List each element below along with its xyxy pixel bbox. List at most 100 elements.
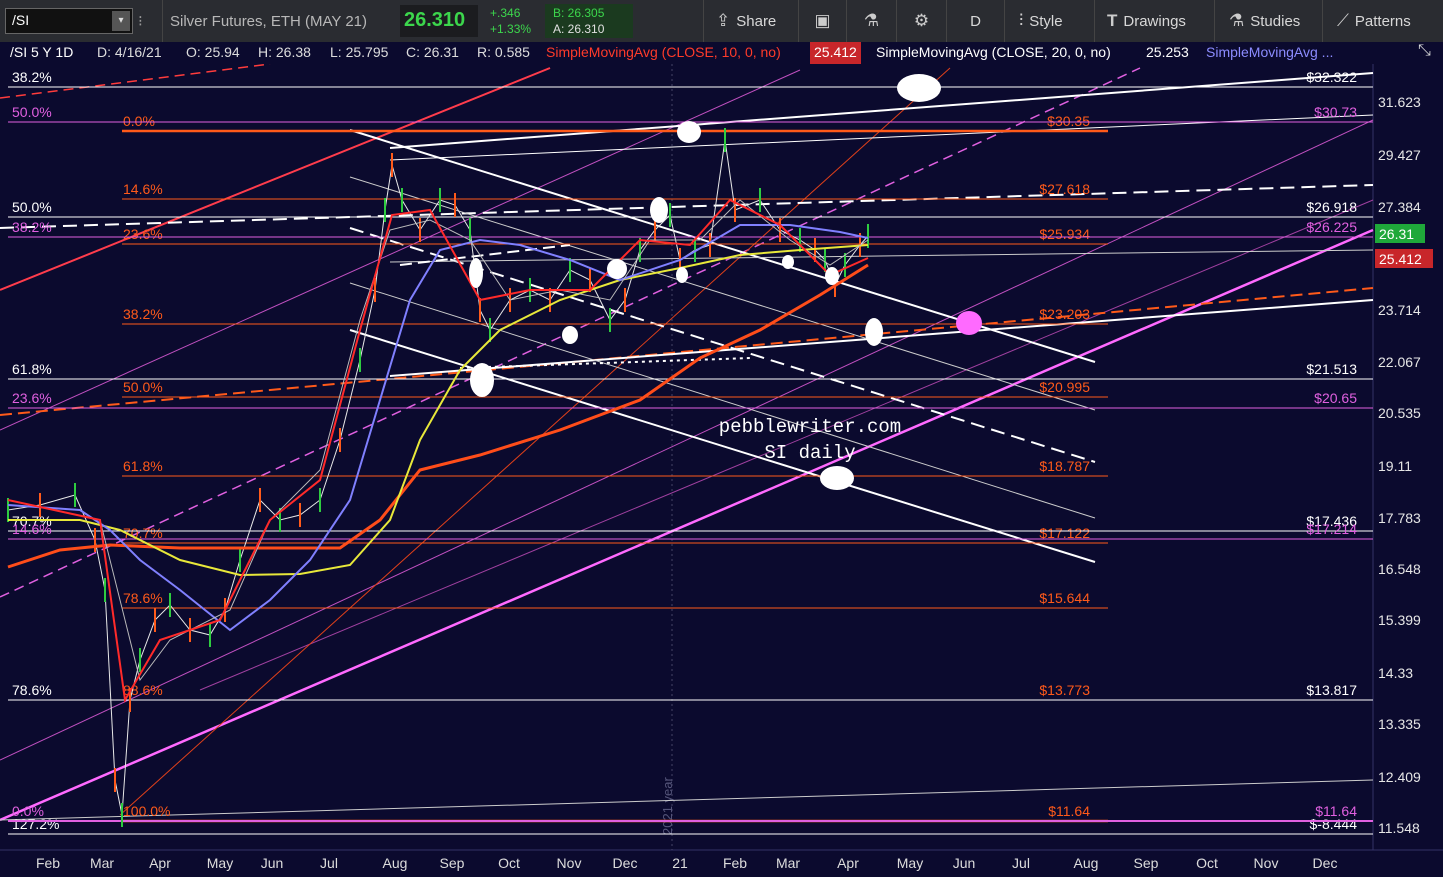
fib-orange-pct: 14.6% — [123, 181, 163, 197]
last-price-tag-text: 26.31 — [1379, 226, 1414, 242]
studies-button[interactable]: ⚗ Studies — [1215, 0, 1323, 42]
share-button[interactable]: ⇪ Share — [703, 0, 799, 42]
fib-orange-pct: 78.6% — [123, 590, 163, 606]
sma10-value: 25.412 — [810, 42, 861, 64]
marker-ellipse[interactable] — [607, 259, 627, 279]
fib-orange-value: $30.35 — [1047, 113, 1090, 129]
price-axis-label: 20.535 — [1378, 405, 1421, 421]
flask-icon: ⚗ — [863, 11, 880, 30]
sma-price-tag-text: 25.412 — [1379, 251, 1422, 267]
marker-ellipse[interactable] — [650, 197, 668, 223]
sma-price-tag: 25.412 — [1375, 249, 1433, 268]
annotation-site: pebblewriter.com — [719, 416, 901, 438]
fib-orange-pct: 100.0% — [123, 803, 170, 819]
fib-orange-value: $23.203 — [1039, 306, 1090, 322]
snapshot-button[interactable]: ▣ — [799, 0, 847, 42]
percent-change: +1.33% — [490, 22, 532, 36]
fib-orange-pct: 0.0% — [123, 113, 155, 129]
price-axis-label: 27.384 — [1378, 199, 1421, 215]
fib-orange-value: $15.644 — [1039, 590, 1090, 606]
symbol-input[interactable]: /SI ▾ — [5, 8, 133, 34]
marker-ellipse[interactable] — [897, 74, 941, 102]
time-axis[interactable]: Feb Mar Apr May Jun Jul Aug Sep Oct Nov Dec 21 Feb Ma… — [36, 855, 1338, 871]
fib-orange-pct: 38.2% — [123, 306, 163, 322]
time-axis-label: Aug — [383, 855, 408, 871]
marker-ellipse[interactable] — [677, 121, 701, 143]
bar-high: H: 26.38 — [258, 44, 311, 60]
marker-ellipse[interactable] — [562, 326, 578, 344]
year-watermark: 2021 year — [660, 777, 675, 835]
sma10-label[interactable]: SimpleMovingAvg (CLOSE, 10, 0, no) — [546, 44, 781, 60]
text-tool-icon: T — [1107, 11, 1118, 30]
camera-icon: ▣ — [814, 11, 831, 30]
settings-button[interactable]: ⚙ — [897, 0, 947, 42]
marker-ellipse[interactable] — [865, 318, 883, 346]
marker-ellipse[interactable] — [820, 466, 854, 490]
fib-white-pct: 78.6% — [12, 682, 52, 698]
sma-more-label[interactable]: SimpleMovingAvg ... — [1206, 44, 1333, 60]
fib-white-value: $21.513 — [1306, 361, 1357, 377]
instrument-description: Silver Futures, ETH (MAY 21) — [170, 12, 367, 30]
link-icon[interactable]: ⁝ — [138, 0, 163, 42]
studies-lab-button[interactable]: ⚗ — [847, 0, 897, 42]
fib-orange-value: $13.773 — [1039, 682, 1090, 698]
marker-ellipse-magenta[interactable] — [956, 311, 982, 335]
fib-orange-pct: 23.6% — [123, 226, 163, 242]
fib-magenta-value: $17.214 — [1306, 521, 1357, 537]
gear-icon: ⚙ — [913, 11, 930, 30]
last-price-box: 26.310 — [400, 5, 478, 37]
time-axis-label: May — [207, 855, 233, 871]
marker-ellipse[interactable] — [782, 255, 794, 269]
price-chart[interactable]: 2021 year 0.0% $30.35 14.6% $27.618 23.6% $25… — [0, 64, 1443, 877]
chart-background — [0, 64, 1443, 877]
time-axis-label: Sep — [440, 855, 465, 871]
price-axis-label: 19.11 — [1378, 458, 1412, 474]
patterns-icon: ⟋ — [1337, 11, 1349, 30]
fib-magenta-pct: 38.2% — [12, 219, 52, 235]
bar-close: C: 26.31 — [406, 44, 459, 60]
patterns-button[interactable]: ⟋ Patterns — [1323, 0, 1443, 42]
time-axis-label: Aug — [1074, 855, 1099, 871]
net-change: +.346 — [490, 6, 521, 20]
fib-white-pct: 61.8% — [12, 361, 52, 377]
price-axis-label: 15.399 — [1378, 612, 1421, 628]
marker-ellipse[interactable] — [676, 267, 688, 283]
time-axis-label: Jun — [953, 855, 976, 871]
studies-label: Studies — [1250, 12, 1301, 30]
price-axis-label: 23.714 — [1378, 302, 1421, 318]
collapse-icon[interactable]: ⤡ — [1418, 42, 1431, 60]
marker-ellipse[interactable] — [470, 363, 494, 397]
bar-range: R: 0.585 — [477, 44, 530, 60]
time-axis-label: Nov — [1254, 855, 1279, 871]
drawings-label: Drawings — [1123, 12, 1186, 30]
fib-magenta-value: $20.65 — [1314, 390, 1357, 406]
bid-price: B: 26.305 — [553, 6, 605, 20]
price-axis-label: 31.623 — [1378, 94, 1421, 110]
time-axis-label: Mar — [776, 855, 800, 871]
price-axis-label: 22.067 — [1378, 354, 1421, 370]
sma20-value: 25.253 — [1146, 44, 1189, 60]
fib-orange-value: $18.787 — [1039, 458, 1090, 474]
marker-ellipse[interactable] — [469, 258, 483, 288]
time-axis-label: Oct — [1196, 855, 1218, 871]
fib-magenta-value: $26.225 — [1306, 219, 1357, 235]
drawings-button[interactable]: T Drawings — [1095, 0, 1215, 42]
style-button[interactable]: ⫶ Style — [1005, 0, 1095, 42]
price-axis-label: 17.783 — [1378, 510, 1421, 526]
period-button[interactable]: D — [947, 0, 1005, 42]
chart-header: /SI 5 Y 1D — [10, 44, 74, 60]
price-axis-label: 29.427 — [1378, 147, 1421, 163]
marker-ellipse[interactable] — [825, 267, 839, 285]
sma20-label[interactable]: SimpleMovingAvg (CLOSE, 20, 0, no) — [876, 44, 1111, 60]
price-axis-label: 12.409 — [1378, 769, 1421, 785]
time-axis-label: Jul — [1012, 855, 1030, 871]
fib-orange-value: $20.995 — [1039, 379, 1090, 395]
bar-low: L: 25.795 — [330, 44, 389, 60]
share-icon: ⇪ — [716, 11, 731, 30]
fib-white-value: $13.817 — [1306, 682, 1357, 698]
last-price-tag: 26.31 — [1375, 224, 1425, 243]
fib-orange-pct: 88.6% — [123, 682, 163, 698]
bar-date: D: 4/16/21 — [97, 44, 162, 60]
symbol-dropdown-icon[interactable]: ▾ — [112, 11, 130, 31]
fib-magenta-value: $11.64 — [1315, 803, 1357, 819]
